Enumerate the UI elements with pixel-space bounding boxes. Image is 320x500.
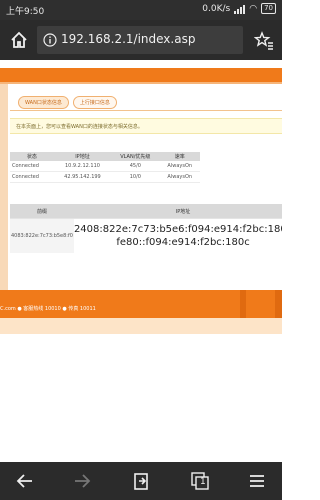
tab-uplink-info[interactable]: 上行接口信息 [72, 96, 117, 109]
footer-sub-band [0, 318, 282, 334]
table-row: 4083:822e:7c73:b5e8:f0 2408:822e:7c73:b5… [10, 218, 282, 253]
menu-icon[interactable] [247, 471, 267, 491]
tabs-button[interactable]: 1 [190, 471, 210, 491]
column-header: 状态 [10, 152, 54, 161]
address-bar[interactable]: 192.168.2.1/index.asp [37, 26, 243, 54]
battery-icon: 70 [261, 3, 276, 14]
prefix-cell: 4083:822e:7c73:b5e8:f0 [10, 218, 74, 253]
column-header: IP地址 [73, 204, 282, 219]
table-cell: 42.95.142.199 [53, 171, 112, 183]
network-speed: 0.0K/s [202, 3, 231, 14]
status-panel: WAN口状态信息 上行接口信息 在本页面上，您可以查看WAN口的连接状态与相关信… [10, 88, 282, 288]
ipv6-table: 前缀 IP地址 4083:822e:7c73:b5e8:f0 2408:822e… [10, 204, 282, 253]
wan-table: 状态 IP地址 VLAN/优先级 速率 Connected 10.9.2.12.… [10, 152, 200, 183]
header-line [0, 82, 282, 84]
table-row: Connected 10.9.2.12.110 45/0 AlwaysOn [10, 161, 200, 172]
tab-wan-status[interactable]: WAN口状态信息 [18, 96, 69, 109]
tab-bar: WAN口状态信息 上行接口信息 [18, 96, 117, 109]
table-cell: Connected [10, 161, 54, 172]
info-icon[interactable] [43, 33, 57, 47]
table-cell: 10.9.2.12.110 [53, 161, 112, 172]
web-content: WAN口状态信息 上行接口信息 在本页面上，您可以查看WAN口的连接状态与相关信… [0, 60, 282, 462]
wifi-icon: ◠ [249, 3, 258, 14]
column-header: 速率 [159, 152, 200, 161]
table-cell: 10/0 [111, 171, 160, 183]
column-header: 前缀 [10, 204, 74, 219]
notice-text: 在本页面上，您可以查看WAN口的连接状态与相关信息。 [10, 118, 282, 134]
back-arrow-icon[interactable] [15, 471, 35, 491]
table-header-row: 前缀 IP地址 [10, 204, 282, 219]
table-row: Connected 42.95.142.199 10/0 AlwaysOn [10, 171, 200, 183]
left-rail [0, 84, 8, 292]
tab-count: 1 [200, 477, 206, 487]
ipv6-link-local-address: fe80::f094:e914:f2bc:180c [116, 237, 250, 248]
column-header: IP地址 [53, 152, 112, 161]
tab-divider [10, 110, 282, 111]
ipv6-address-cell: 2408:822e:7c73:b5e6:f094:e914:f2bc:180c … [73, 218, 282, 253]
bookmark-star-icon[interactable] [254, 30, 274, 50]
url-text[interactable]: 192.168.2.1/index.asp [61, 32, 195, 46]
bottom-navigation: 1 [0, 462, 282, 500]
status-bar: 上午9:50 0.0K/s ◠ 70 [0, 0, 282, 20]
forward-arrow-icon[interactable] [72, 471, 92, 491]
table-header-row: 状态 IP地址 VLAN/优先级 速率 [10, 152, 200, 161]
table-cell: AlwaysOn [159, 161, 200, 172]
ipv6-global-address: 2408:822e:7c73:b5e6:f094:e914:f2bc:180c [73, 224, 282, 235]
browser-toolbar: 192.168.2.1/index.asp [0, 20, 282, 60]
header-band [0, 68, 282, 82]
signal-icon [234, 4, 246, 14]
clock: 上午9:50 [6, 7, 45, 17]
table-cell: Connected [10, 171, 54, 183]
footer-text: C.com ● 客服热线 10010 ● 传真 10011 [0, 306, 96, 312]
table-cell: 45/0 [111, 161, 160, 172]
share-icon[interactable] [131, 471, 151, 491]
home-icon[interactable] [9, 30, 29, 50]
column-header: VLAN/优先级 [111, 152, 160, 161]
table-cell: AlwaysOn [159, 171, 200, 183]
